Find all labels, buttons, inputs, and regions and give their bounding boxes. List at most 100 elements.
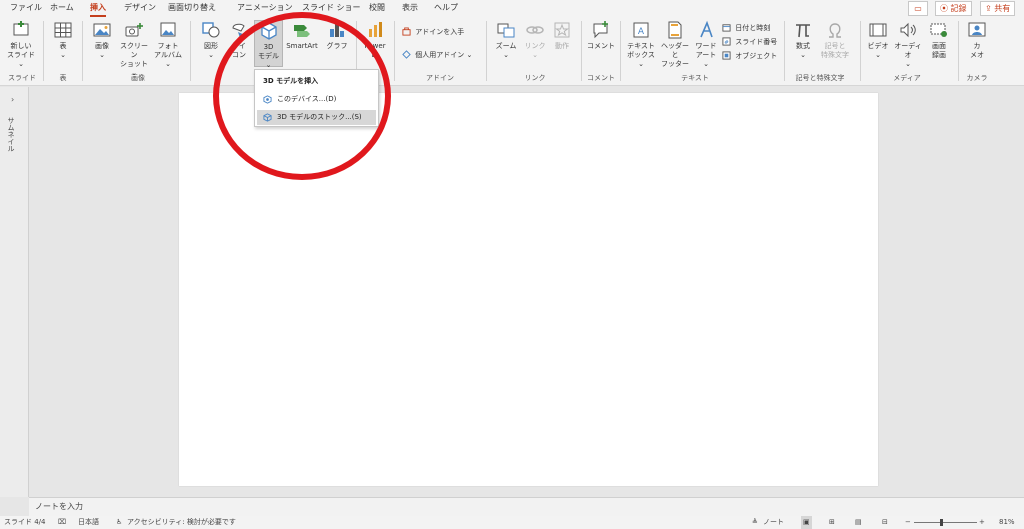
slide-sorter-icon[interactable]: ⊞	[829, 516, 835, 529]
record-button[interactable]: ⦿ 記録	[935, 1, 972, 16]
shapes-icon	[201, 20, 221, 40]
video-button[interactable]: ビデオ ⌄	[864, 20, 892, 60]
action-button[interactable]: 動作	[550, 20, 574, 51]
tab-animations[interactable]: アニメーション	[237, 2, 293, 14]
notes-toggle-label[interactable]: ノート	[763, 516, 784, 529]
group-separator	[82, 21, 83, 81]
comment-button[interactable]: ▭	[908, 1, 928, 16]
svg-text:#: #	[724, 40, 729, 46]
notes-pane[interactable]: ノートを入力	[29, 497, 1024, 516]
comment-insert-button[interactable]: コメント	[586, 20, 616, 51]
tab-review[interactable]: 校閲	[369, 2, 385, 14]
slideshow-view-icon[interactable]: ⊟	[882, 516, 888, 529]
new-slide-button[interactable]: 新しい スライド ⌄	[6, 20, 36, 69]
comment-icon: ▭	[914, 4, 922, 13]
speaker-icon	[898, 20, 918, 40]
image-icon	[92, 20, 112, 40]
spellcheck-icon[interactable]: ⌧	[58, 516, 66, 529]
group-label-slides: スライド	[8, 74, 36, 82]
zoom-slider-track[interactable]	[914, 522, 977, 523]
image-button[interactable]: 画像 ⌄	[88, 20, 116, 60]
table-button[interactable]: 表 ⌄	[50, 20, 76, 60]
zoom-out-button[interactable]: −	[905, 516, 911, 529]
get-addins-button[interactable]: アドインを入手	[402, 27, 464, 38]
wordart-label: ワード アート ⌄	[695, 42, 717, 68]
svg-text:A: A	[638, 27, 645, 37]
zoom-label: ズーム ⌄	[495, 42, 517, 59]
photo-album-button[interactable]: フォト アルバム ⌄	[151, 20, 185, 69]
normal-view-icon[interactable]: ▣	[801, 516, 812, 529]
tab-design[interactable]: デザイン	[124, 2, 156, 14]
tab-transitions[interactable]: 画面切り替え	[168, 2, 216, 14]
link-label: リンク ⌄	[524, 42, 546, 59]
header-footer-label: ヘッダーと フッター	[661, 42, 689, 68]
comment-plus-icon	[591, 20, 611, 40]
my-addins-button[interactable]: 個人用アドイン ⌄	[402, 50, 472, 61]
link-button[interactable]: リンク ⌄	[522, 20, 548, 60]
tab-view[interactable]: 表示	[402, 2, 418, 14]
calendar-icon	[722, 24, 731, 32]
notes-toggle-icon[interactable]: ≜	[752, 516, 758, 529]
textbox-button[interactable]: A テキスト ボックス ⌄	[624, 20, 658, 69]
accessibility-status[interactable]: アクセシビリティ: 検討が必要です	[127, 516, 236, 529]
group-separator	[581, 21, 582, 81]
slide-number-icon: #	[722, 37, 731, 46]
new-slide-label: 新しい スライド ⌄	[7, 42, 35, 68]
symbol-label: 記号と 特殊文字	[821, 42, 849, 59]
group-separator	[958, 21, 959, 81]
ribbon: 新しい スライド ⌄ スライド 表 ⌄ 表 画像 ⌄ スクリーン ショット ⌄ …	[0, 17, 1024, 86]
header-footer-button[interactable]: ヘッダーと フッター	[658, 20, 692, 69]
thumbnail-label[interactable]: サムネイル	[6, 117, 16, 152]
tab-home[interactable]: ホーム	[50, 2, 74, 14]
slide-counter: スライド 4/4	[4, 518, 46, 526]
zoom-in-button[interactable]: +	[979, 516, 985, 529]
comment-insert-label: コメント	[587, 42, 615, 50]
audio-button[interactable]: オーディオ ⌄	[892, 20, 924, 69]
power-bi-icon	[365, 20, 385, 40]
photo-album-icon	[158, 20, 178, 40]
tab-help[interactable]: ヘルプ	[434, 2, 458, 14]
equation-button[interactable]: 数式 ⌄	[788, 20, 818, 60]
get-addins-label: アドインを入手	[415, 28, 465, 36]
image-label: 画像 ⌄	[95, 42, 109, 59]
cameo-button[interactable]: カ メオ	[964, 20, 990, 60]
tab-insert[interactable]: 挿入	[90, 2, 106, 17]
symbol-button[interactable]: 記号と 特殊文字	[818, 20, 852, 60]
cameo-icon	[967, 20, 987, 40]
action-star-icon	[552, 20, 572, 40]
table-icon	[53, 20, 73, 40]
slide-number-button[interactable]: # スライド番号	[722, 37, 777, 48]
wordart-icon	[696, 20, 716, 40]
screen-record-icon	[929, 20, 949, 40]
screen-recording-button[interactable]: 画面 録画	[926, 20, 952, 60]
zoom-level[interactable]: 81%	[999, 516, 1015, 529]
shapes-button[interactable]: 図形 ⌄	[198, 20, 224, 60]
action-label: 動作	[555, 42, 569, 50]
group-label-camera: カメラ	[966, 74, 988, 82]
group-label-symbols: 記号と特殊文字	[795, 74, 845, 82]
wordart-button[interactable]: ワード アート ⌄	[692, 20, 720, 69]
share-button[interactable]: ⇪ 共有	[980, 1, 1016, 16]
menu-tab-bar: ファイル ホーム 挿入 デザイン 画面切り替え アニメーション スライド ショー…	[0, 0, 1024, 17]
language-indicator[interactable]: 日本語	[78, 516, 99, 529]
group-separator	[394, 21, 395, 81]
record-label: 記録	[950, 4, 967, 13]
zoom-slider-thumb[interactable]	[940, 519, 943, 526]
group-label-links: リンク	[524, 74, 546, 82]
reading-view-icon[interactable]: ▤	[855, 516, 862, 529]
object-icon	[722, 51, 731, 60]
date-time-button[interactable]: 日付と時刻	[722, 23, 770, 34]
screenshot-button[interactable]: スクリーン ショット ⌄	[117, 20, 151, 78]
group-label-tables: 表	[59, 74, 67, 82]
object-label: オブジェクト	[735, 52, 778, 60]
thumbnail-pane: › サムネイル	[0, 87, 29, 497]
accessibility-icon[interactable]: ♿	[116, 516, 122, 529]
zoom-button[interactable]: ズーム ⌄	[492, 20, 520, 60]
group-label-addins: アドイン	[426, 74, 454, 82]
share-label: 共有	[994, 4, 1011, 13]
screenshot-label: スクリーン ショット ⌄	[120, 42, 148, 77]
table-label: 表 ⌄	[59, 42, 67, 59]
object-button[interactable]: オブジェクト	[722, 51, 777, 62]
tab-file[interactable]: ファイル	[10, 2, 42, 14]
expand-thumbnails-icon[interactable]: ›	[11, 95, 14, 104]
